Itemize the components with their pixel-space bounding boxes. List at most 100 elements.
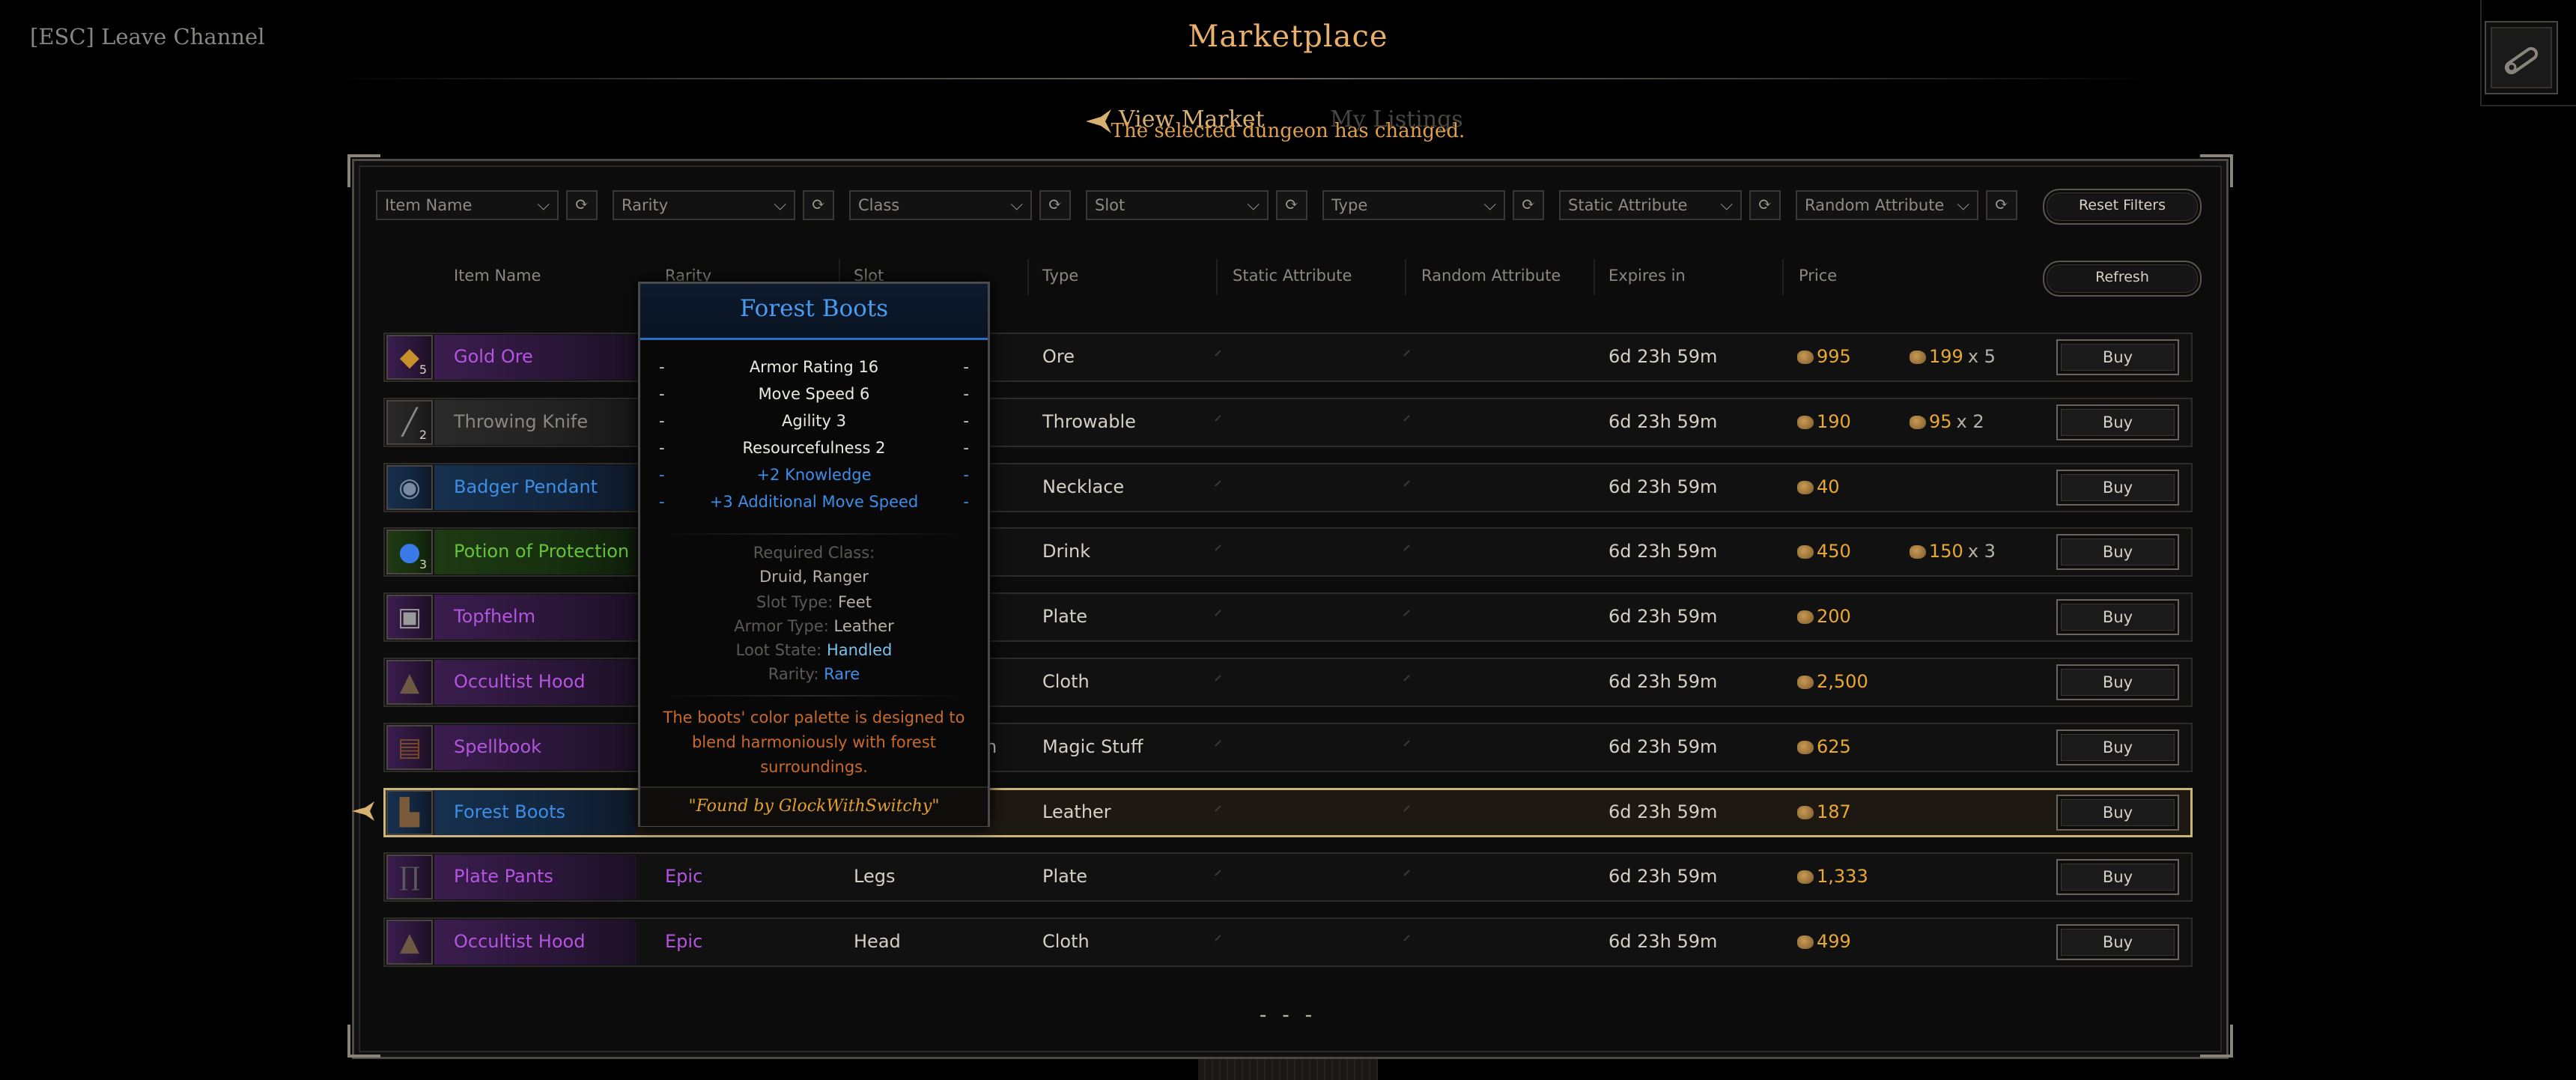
buy-button[interactable]: Buy [2056,729,2179,765]
pagination[interactable]: - - - [0,1002,2576,1027]
tooltip-stat-line: - +3 Additional Move Speed - [638,493,990,511]
item-name[interactable]: Occultist Hood [454,671,585,692]
gold-coin-icon [1910,545,1926,559]
gold-coin-icon [1797,676,1814,689]
inventory-icon[interactable] [2485,21,2558,94]
stat-text: Resourcefulness 2 [742,439,886,457]
gold-coin-icon [1797,481,1814,494]
boots-icon: ▙ [399,798,420,828]
item-icon-box: ▤ [386,725,433,770]
header-divider [1216,259,1218,295]
header-divider [1405,259,1406,295]
reset-static-attribute-button[interactable]: ⟳ [1749,190,1781,220]
expires-in: 6d 23h 59m [1609,866,1718,887]
reset-type-button[interactable]: ⟳ [1513,190,1544,220]
item-icon-box: ● 3 [386,530,433,574]
expires-in: 6d 23h 59m [1609,801,1718,822]
table-row[interactable] [383,917,2193,967]
price: 450 [1797,541,1851,562]
header-expires[interactable]: Expires in [1609,267,1686,285]
stack-count: 5 [419,362,427,377]
reset-class-button[interactable]: ⟳ [1039,190,1071,220]
buy-button[interactable]: Buy [2056,404,2179,440]
header-type[interactable]: Type [1042,267,1078,285]
filter-static-attribute[interactable]: Static Attribute ⌵ [1559,190,1742,220]
buy-button[interactable]: Buy [2056,599,2179,635]
unit-quantity: x 5 [1967,346,1996,367]
filter-rarity-label: Rarity [622,196,669,214]
reset-rarity-button[interactable]: ⟳ [803,190,834,220]
tooltip-stat-line: - Move Speed 6 - [638,385,990,403]
slot-type-value: Feet [837,593,872,611]
buy-button[interactable]: Buy [2056,664,2179,700]
item-name[interactable]: Potion of Protection [454,541,629,562]
tooltip-found-by: "Found by GlockWithSwitchy" [688,797,940,816]
item-icon-box: ╱ 2 [386,400,433,445]
stat-dash: - [963,385,969,403]
stat-dash: - [659,358,665,376]
gold-coin-icon [1797,870,1814,884]
buy-button[interactable]: Buy [2056,534,2179,570]
reset-random-attribute-button[interactable]: ⟳ [1986,190,2017,220]
filter-rarity[interactable]: Rarity ⌵ [613,190,795,220]
tooltip-rarity: Rarity: Rare [638,665,990,683]
loot-state-label: Loot State: [735,641,822,659]
buy-button[interactable]: Buy [2056,470,2179,506]
item-type: Throwable [1042,411,1136,432]
chevron-down-icon: ⌵ [774,195,786,214]
reset-filters-button[interactable]: Reset Filters [2043,189,2202,225]
stat-text: Move Speed 6 [758,385,870,403]
filter-item-name[interactable]: Item Name ⌵ [376,190,559,220]
panel-corner [2200,1025,2233,1058]
item-name[interactable]: Throwing Knife [454,411,588,432]
header-random-attribute[interactable]: Random Attribute [1421,267,1561,285]
buy-button[interactable]: Buy [2056,859,2179,895]
item-name[interactable]: Forest Boots [454,801,565,822]
panel-bottom-ornament [1198,1058,1378,1080]
filter-class[interactable]: Class ⌵ [849,190,1032,220]
stack-count: 2 [419,428,427,442]
header-item-name[interactable]: Item Name [454,267,541,285]
item-type: Magic Stuff [1042,736,1143,757]
item-icon-box: ▣ [386,595,433,640]
price-per-unit: 150 x 3 [1910,541,1996,562]
refresh-icon: ⟳ [1284,195,1299,214]
buy-button[interactable]: Buy [2056,795,2179,831]
stat-dash: - [659,385,665,403]
filter-random-attribute[interactable]: Random Attribute ⌵ [1796,190,1978,220]
chevron-down-icon: ⌵ [1720,195,1733,214]
table-row[interactable] [383,852,2193,902]
hood-icon: ▲ [399,667,420,697]
filter-slot[interactable]: Slot ⌵ [1086,190,1269,220]
item-type: Ore [1042,346,1075,367]
row-selector-arrow-icon [352,801,374,821]
reset-slot-button[interactable]: ⟳ [1276,190,1307,220]
header-price[interactable]: Price [1799,267,1837,285]
item-name[interactable]: Plate Pants [454,866,553,887]
price: 190 [1797,411,1851,432]
item-type: Plate [1042,606,1088,627]
item-name[interactable]: Topfhelm [454,606,535,627]
item-name[interactable]: Gold Ore [454,346,533,367]
tooltip-stat-line: - Agility 3 - [638,412,990,430]
rarity-label: Rarity: [768,665,819,683]
gold-coin-icon [1797,610,1814,624]
buy-button[interactable]: Buy [2056,924,2179,960]
item-icon-box: ▲ [386,660,433,705]
buy-button[interactable]: Buy [2056,339,2179,375]
refresh-button[interactable]: Refresh [2043,261,2202,297]
filter-type[interactable]: Type ⌵ [1322,190,1505,220]
item-name[interactable]: Occultist Hood [454,931,585,952]
pendant-icon: ◉ [398,473,421,503]
item-name[interactable]: Badger Pendant [454,476,598,497]
header-static-attribute[interactable]: Static Attribute [1233,267,1352,285]
price-value: 499 [1817,931,1851,952]
loot-state-value: Handled [826,641,893,659]
tooltip-stat-line: - Resourcefulness 2 - [638,439,990,457]
slot-type-label: Slot Type: [756,593,833,611]
chevron-down-icon: ⌵ [537,195,550,214]
chevron-down-icon: ⌵ [1010,195,1023,214]
reset-item-name-button[interactable]: ⟳ [566,190,598,220]
gold-coin-icon [1797,416,1814,429]
item-name[interactable]: Spellbook [454,736,541,757]
